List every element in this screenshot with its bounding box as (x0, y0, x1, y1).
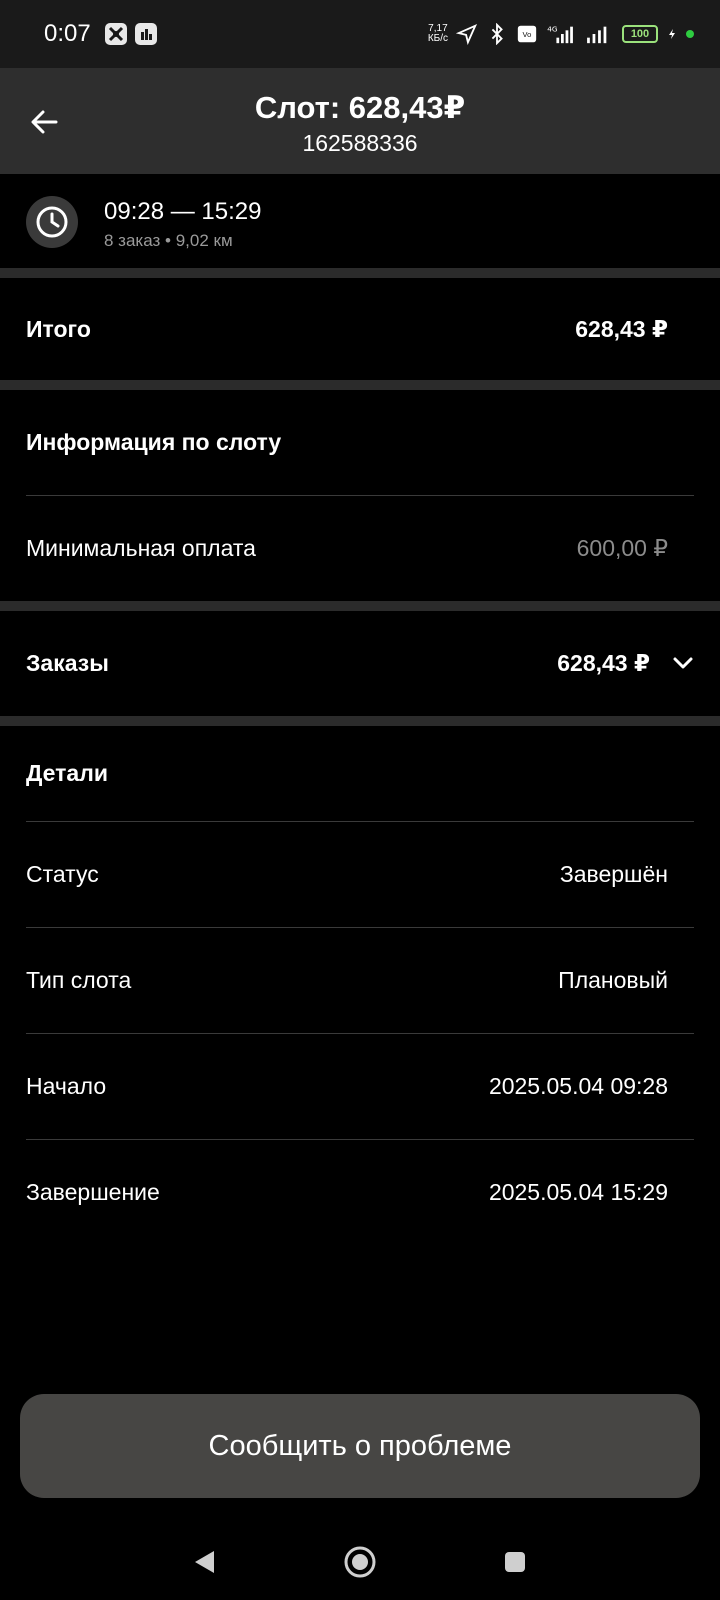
section-divider (0, 601, 720, 611)
nav-recents-button[interactable] (493, 1540, 537, 1584)
section-divider (0, 716, 720, 726)
volte-icon: Vo (517, 25, 537, 43)
detail-row-slot-type: Тип слота Плановый (26, 928, 694, 1032)
battery-level: 100 (630, 28, 650, 40)
details-heading-row: Детали (26, 726, 694, 820)
notification-icon-1 (104, 23, 127, 45)
min-payment-value: 600,00 ₽ (576, 534, 668, 561)
svg-text:Vo: Vo (523, 30, 532, 39)
slot-time-meta: 8 заказ • 9,02 км (104, 231, 233, 250)
network-speed: 7,17 КБ/с (428, 24, 448, 44)
chevron-down-icon[interactable] (672, 656, 694, 670)
total-value: 628,43 ₽ (575, 315, 668, 342)
slot-time-range: 09:28 — 15:29 (104, 198, 262, 225)
charging-icon (669, 29, 675, 39)
signal-4g-icon: 4G (547, 24, 573, 44)
min-payment-row: Минимальная оплата 600,00 ₽ (26, 496, 694, 600)
detail-label: Завершение (26, 1178, 160, 1205)
status-icons: 7,17 КБ/с Vo 4G 100 (428, 23, 694, 45)
detail-label: Начало (26, 1072, 107, 1099)
detail-row-start: Начало 2025.05.04 09:28 (26, 1034, 694, 1138)
clock-icon (26, 196, 78, 248)
slot-info-heading: Информация по слоту (26, 428, 282, 455)
home-circle-icon (344, 1546, 376, 1578)
section-divider (0, 268, 720, 278)
nav-back-button[interactable] (182, 1540, 226, 1584)
slot-info-heading-row: Информация по слоту (26, 390, 694, 494)
svg-text:4G: 4G (547, 24, 558, 33)
location-icon (456, 23, 478, 45)
square-recents-icon (505, 1552, 525, 1572)
details-heading: Детали (26, 759, 108, 786)
report-problem-button[interactable]: Сообщить о проблеме (20, 1394, 700, 1498)
orders-value-group: 628,43 ₽ (557, 650, 694, 677)
system-nav-bar (0, 1520, 720, 1600)
detail-value: Плановый (558, 966, 668, 993)
total-label: Итого (26, 315, 91, 342)
network-speed-unit: КБ/с (427, 33, 448, 44)
orders-row[interactable]: Заказы 628,43 ₽ (26, 611, 694, 715)
min-payment-label: Минимальная оплата (26, 534, 256, 561)
orders-value: 628,43 ₽ (557, 649, 650, 676)
detail-label: Тип слота (26, 966, 132, 993)
section-divider (0, 380, 720, 390)
detail-value: 2025.05.04 09:28 (488, 1072, 668, 1099)
nav-home-button[interactable] (338, 1540, 382, 1584)
status-time: 0:07 (44, 20, 91, 47)
battery-icon: 100 (622, 25, 658, 43)
slot-time-block: 09:28 — 15:29 8 заказ • 9,02 км (0, 174, 720, 268)
app-bar: Слот: 628,43₽ 162588336 (0, 68, 720, 174)
orders-label: Заказы (26, 649, 109, 676)
detail-value: Завершён (559, 860, 668, 887)
notification-icon-2 (134, 23, 157, 45)
page-title: Слот: 628,43₽ (254, 90, 466, 125)
status-bar: 0:07 7,17 КБ/с Vo 4G 100 (0, 0, 720, 68)
slot-id: 162588336 (302, 130, 418, 156)
detail-row-end: Завершение 2025.05.04 15:29 (26, 1140, 694, 1244)
bluetooth-icon (491, 23, 503, 45)
total-row: Итого 628,43 ₽ (26, 278, 694, 380)
triangle-back-icon (195, 1551, 214, 1573)
privacy-dot-icon (686, 30, 694, 38)
signal-icon (587, 26, 607, 44)
detail-label: Статус (26, 860, 99, 887)
detail-value: 2025.05.04 15:29 (488, 1178, 668, 1205)
detail-row-status: Статус Завершён (26, 822, 694, 926)
